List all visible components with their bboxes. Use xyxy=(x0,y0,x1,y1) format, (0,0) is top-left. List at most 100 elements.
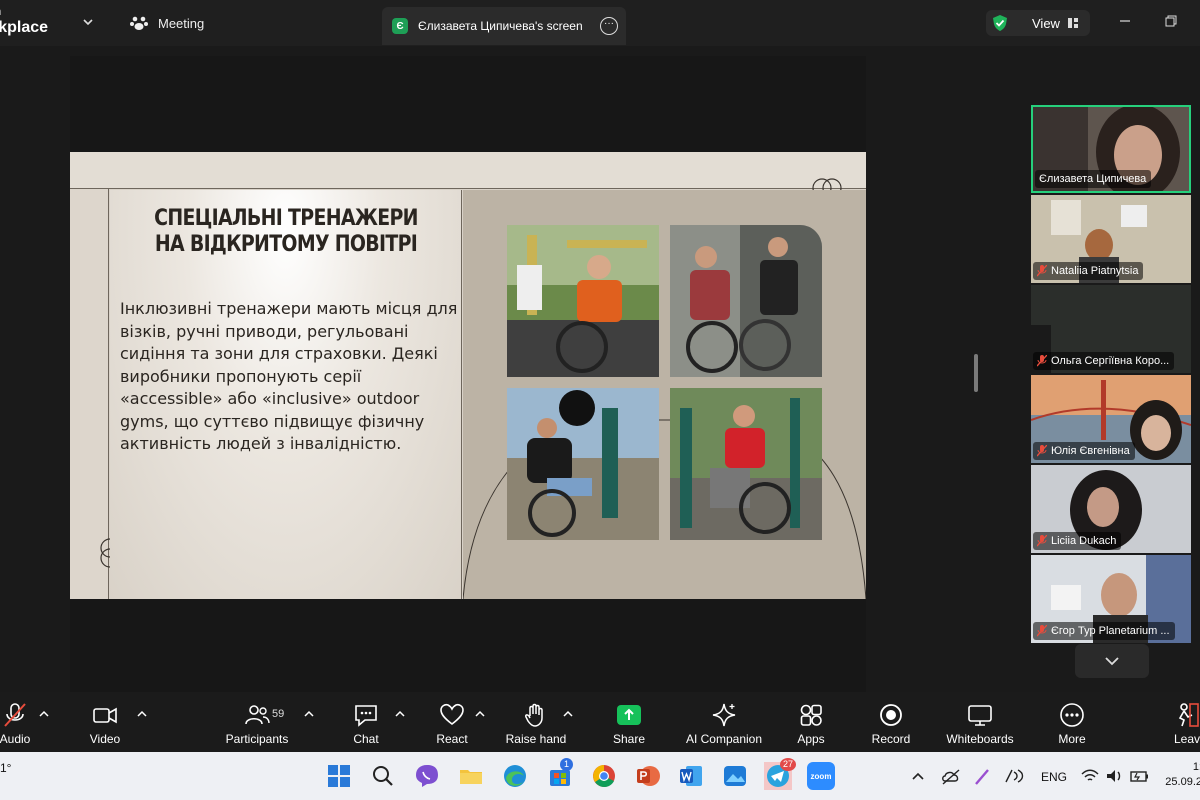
battery-icon[interactable] xyxy=(1128,762,1150,790)
view-label: View xyxy=(1032,15,1060,31)
participants-icon xyxy=(245,705,270,725)
meeting-label: Meeting xyxy=(158,15,205,31)
video-button[interactable]: Video xyxy=(86,692,124,752)
participant-name: Юлія Євгенівна xyxy=(1033,442,1135,460)
participants-count-badge: 59 xyxy=(272,708,285,720)
hand-icon xyxy=(525,703,543,727)
shared-screen-tab[interactable]: Є Єлизавета Ципичева's screen ··· xyxy=(382,7,626,45)
more-dots-icon xyxy=(1060,703,1084,727)
participant-tile[interactable]: Єлизавета Ципичева xyxy=(1031,105,1191,193)
apps-icon xyxy=(800,704,822,726)
view-button[interactable]: View xyxy=(986,10,1090,36)
meeting-tab[interactable]: Meeting xyxy=(130,15,204,31)
clock-date: 25.09.2 xyxy=(1165,776,1200,788)
photo-wheelchair-gym-4 xyxy=(670,388,822,540)
slide-image-panel xyxy=(463,190,866,599)
more-button[interactable]: More xyxy=(1054,692,1090,752)
chevron-up-icon[interactable] xyxy=(910,762,926,790)
apps-button[interactable]: Apps xyxy=(795,692,827,752)
restore-icon[interactable] xyxy=(1164,14,1178,28)
raise-hand-options-caret-icon[interactable] xyxy=(563,710,573,718)
panel-resize-handle[interactable] xyxy=(974,354,978,392)
minimize-icon[interactable] xyxy=(1118,14,1132,28)
leave-icon xyxy=(1178,703,1199,727)
word-icon[interactable] xyxy=(677,762,705,790)
volume-icon[interactable] xyxy=(1104,762,1124,790)
windows-start-icon[interactable] xyxy=(325,762,353,790)
slide-top-band xyxy=(70,152,866,189)
video-options-caret-icon[interactable] xyxy=(137,710,147,718)
mic-muted-icon xyxy=(1037,625,1047,637)
photo-wheelchair-gym-3 xyxy=(507,388,659,540)
weather-widget[interactable]: 1° xyxy=(0,761,11,775)
heart-icon xyxy=(440,703,464,726)
audio-button[interactable]: Audio xyxy=(0,692,32,752)
photo-wheelchair-gym-2 xyxy=(670,225,822,377)
ai-companion-button[interactable]: AI Companion xyxy=(684,692,764,752)
participant-tile[interactable]: Nataliia Piatnytsia xyxy=(1031,195,1191,283)
participant-name: Ольга Сергіївна Коро... xyxy=(1033,352,1175,370)
participant-name: Liciia Dukach xyxy=(1033,532,1122,550)
more-options-icon[interactable]: ··· xyxy=(600,17,618,35)
chat-options-caret-icon[interactable] xyxy=(395,710,405,718)
record-icon xyxy=(880,704,902,726)
raise-hand-button[interactable]: Raise hand xyxy=(503,692,569,752)
chevron-down-icon xyxy=(1105,657,1119,666)
participant-name: Єлизавета Ципичева xyxy=(1035,170,1152,188)
windows-taskbar: 1° 1 27 zoom ENG 1: 25.09.2 xyxy=(0,752,1200,800)
chat-icon xyxy=(355,705,377,727)
zoom-taskbar-icon[interactable]: zoom xyxy=(807,762,835,790)
search-icon[interactable] xyxy=(369,762,397,790)
video-camera-icon xyxy=(93,707,117,724)
input-indicator-icon[interactable] xyxy=(1002,762,1026,790)
clock-time: 1: xyxy=(1192,761,1200,773)
mic-muted-icon xyxy=(1037,355,1047,367)
title-bar: m rkplace Meeting Є Єлизавета Ципичева's… xyxy=(0,0,1200,46)
participant-tile[interactable]: Єгор Тур Planetarium ... xyxy=(1031,555,1191,643)
react-options-caret-icon[interactable] xyxy=(475,710,485,718)
grid-icon xyxy=(1067,18,1078,28)
mic-muted-icon xyxy=(1037,445,1047,457)
sparkle-icon xyxy=(712,703,736,727)
clock[interactable]: 1: 25.09.2 xyxy=(1162,760,1200,790)
presentation-slide: СПЕЦІАЛЬНІ ТРЕНАЖЕРИ НА ВІДКРИТОМУ ПОВІТ… xyxy=(70,152,866,599)
file-explorer-icon[interactable] xyxy=(457,762,485,790)
scroll-participants-down-button[interactable] xyxy=(1075,644,1149,678)
telegram-icon[interactable]: 27 xyxy=(760,754,796,796)
language-indicator[interactable]: ENG xyxy=(1041,770,1067,784)
participants-options-caret-icon[interactable] xyxy=(304,710,314,718)
cloud-offline-icon[interactable] xyxy=(940,762,962,790)
pen-icon[interactable] xyxy=(972,762,992,790)
mic-muted-icon xyxy=(1037,265,1047,277)
photos-icon[interactable] xyxy=(721,762,749,790)
participants-button[interactable]: Participants xyxy=(222,692,292,752)
participant-tile[interactable]: Ольга Сергіївна Коро... xyxy=(1031,285,1191,373)
wifi-icon[interactable] xyxy=(1080,762,1100,790)
mic-muted-icon xyxy=(4,703,26,727)
microsoft-store-icon[interactable]: 1 xyxy=(546,758,574,790)
viber-icon[interactable] xyxy=(413,762,441,790)
store-notification-badge: 1 xyxy=(560,758,573,771)
participant-tile[interactable]: Юлія Євгенівна xyxy=(1031,375,1191,463)
shield-check-icon[interactable] xyxy=(992,14,1008,32)
whiteboard-icon xyxy=(968,705,992,726)
participant-tile[interactable]: Liciia Dukach xyxy=(1031,465,1191,553)
powerpoint-icon[interactable] xyxy=(634,762,662,790)
leave-button[interactable]: Leav xyxy=(1174,692,1200,752)
edge-browser-icon[interactable] xyxy=(501,762,529,790)
record-button[interactable]: Record xyxy=(870,692,912,752)
slide-body-text: Інклюзивні тренажери мають місця для віз… xyxy=(120,299,458,453)
chevron-down-icon[interactable] xyxy=(82,16,94,28)
paw-icon xyxy=(130,16,148,30)
chat-button[interactable]: Chat xyxy=(350,692,382,752)
audio-options-caret-icon[interactable] xyxy=(39,710,49,718)
slide-title: СПЕЦІАЛЬНІ ТРЕНАЖЕРИ НА ВІДКРИТОМУ ПОВІТ… xyxy=(154,206,418,257)
share-button[interactable]: Share xyxy=(610,692,648,752)
telegram-notification-badge: 27 xyxy=(780,758,796,771)
photo-wheelchair-gym-1 xyxy=(507,225,659,377)
share-screen-icon xyxy=(617,705,641,725)
sharer-badge: Є xyxy=(392,18,408,34)
whiteboards-button[interactable]: Whiteboards xyxy=(944,692,1016,752)
chrome-icon[interactable] xyxy=(590,762,618,790)
react-button[interactable]: React xyxy=(434,692,470,752)
